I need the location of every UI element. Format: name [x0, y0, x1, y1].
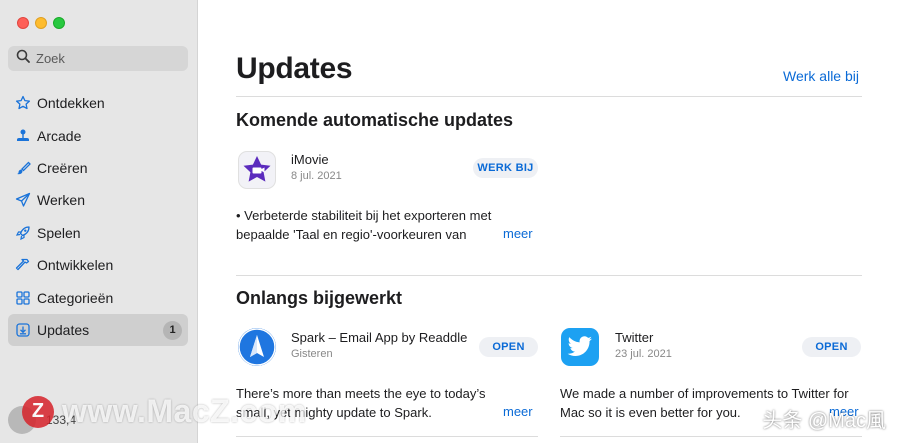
app-store-window: Ontdekken Arcade Creëren Werken Spelen O…: [0, 0, 898, 443]
sidebar-item-creeren[interactable]: Creëren: [8, 152, 188, 184]
app-name[interactable]: Twitter: [615, 330, 653, 345]
page-title: Updates: [236, 52, 353, 85]
sidebar-item-spelen[interactable]: Spelen: [8, 217, 188, 249]
search-icon: [16, 49, 30, 68]
more-link[interactable]: meer: [477, 404, 533, 419]
update-all-button[interactable]: Werk alle bij: [783, 68, 859, 84]
spark-plane-icon[interactable]: [238, 328, 276, 366]
divider: [560, 436, 862, 437]
hammer-icon: [14, 256, 32, 274]
sidebar-item-label: Updates: [37, 321, 90, 338]
brush-icon: [14, 159, 32, 177]
sidebar-item-label: Categorieën: [37, 289, 114, 306]
pending-updates-title: Komende automatische updates: [236, 110, 514, 130]
rocket-icon: [14, 224, 32, 242]
sidebar: Ontdekken Arcade Creëren Werken Spelen O…: [0, 0, 198, 443]
app-name[interactable]: Spark – Email App by Readdle: [291, 330, 467, 345]
open-button[interactable]: OPEN: [479, 337, 538, 357]
grid-icon: [14, 289, 32, 307]
open-button[interactable]: OPEN: [802, 337, 861, 357]
app-name[interactable]: iMovie: [291, 152, 329, 167]
star-icon: [14, 94, 32, 112]
close-window-button[interactable]: [17, 17, 29, 29]
sidebar-item-werken[interactable]: Werken: [8, 184, 188, 216]
divider: [236, 96, 862, 97]
sidebar-item-label: Spelen: [37, 224, 81, 241]
window-controls: [17, 17, 65, 29]
search-input[interactable]: [36, 51, 176, 66]
app-date: Gisteren: [291, 348, 333, 360]
app-date: 8 jul. 2021: [291, 170, 342, 182]
app-date: 23 jul. 2021: [615, 348, 672, 360]
update-button[interactable]: WERK BIJ: [473, 158, 538, 178]
watermark-text: www.MacZ.com: [62, 393, 307, 429]
minimize-window-button[interactable]: [35, 17, 47, 29]
twitter-bird-icon[interactable]: [561, 328, 599, 366]
sidebar-item-label: Creëren: [37, 159, 88, 176]
watermark-secondary: 头条 @Mac風: [762, 410, 886, 432]
divider: [236, 436, 538, 437]
sidebar-item-label: Ontwikkelen: [37, 257, 114, 274]
recent-updates-title: Onlangs bijgewerkt: [236, 288, 403, 308]
sidebar-item-arcade[interactable]: Arcade: [8, 119, 188, 151]
updates-count-badge: 1: [163, 320, 182, 340]
sidebar-nav: Ontdekken Arcade Creëren Werken Spelen O…: [8, 87, 188, 347]
sidebar-item-categorieen[interactable]: Categorieën: [8, 281, 188, 313]
sidebar-item-updates[interactable]: Updates 1: [8, 313, 188, 347]
divider: [236, 275, 862, 276]
sidebar-item-label: Werken: [37, 192, 85, 209]
search-field[interactable]: [8, 46, 188, 71]
release-notes: • Verbeterde stabiliteit bij het exporte…: [236, 208, 492, 242]
imovie-star-icon[interactable]: [238, 151, 276, 189]
sidebar-item-ontdekken[interactable]: Ontdekken: [8, 87, 188, 119]
zoom-window-button[interactable]: [53, 17, 65, 29]
paper-plane-icon: [14, 191, 32, 209]
sidebar-item-label: Ontdekken: [37, 95, 105, 112]
download-icon: [14, 321, 32, 339]
watermark-logo: Z: [22, 395, 54, 428]
more-link[interactable]: meer: [477, 226, 533, 241]
main-content: Updates Werk alle bij Komende automatisc…: [199, 0, 898, 443]
joystick-icon: [14, 127, 32, 145]
watermark: Z www.MacZ.com: [22, 393, 307, 430]
sidebar-item-ontwikkelen[interactable]: Ontwikkelen: [8, 249, 188, 281]
sidebar-item-label: Arcade: [37, 127, 82, 144]
